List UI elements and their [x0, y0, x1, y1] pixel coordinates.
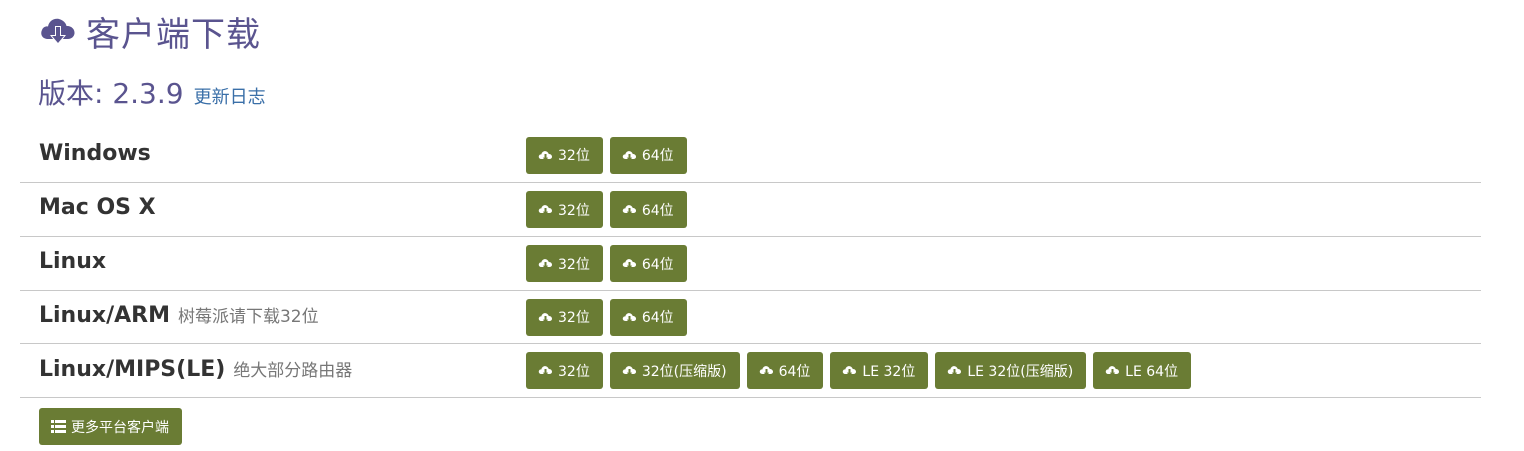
download-button[interactable]: 32位 [526, 245, 603, 282]
download-buttons: 32位 64位 [526, 191, 687, 228]
platform-name: Linux/MIPS(LE) [39, 356, 226, 382]
cloud-download-icon [538, 257, 553, 270]
download-buttons: 32位 64位 [526, 298, 687, 336]
platform-name-cell: Linux [20, 249, 526, 274]
download-button-label: 32位 [558, 363, 590, 380]
page-header: 客户端下载 [38, 8, 261, 55]
cloud-download-icon [538, 203, 553, 216]
download-button-label: 32位 [558, 202, 590, 219]
platform-table: Windows 32位 64位 Mac OS X 32位 64位 Linux 32位 64位 Li… [20, 128, 1481, 398]
download-buttons: 32位 32位(压缩版) 64位 LE 32位 LE 32位(压缩版) LE 64位 [526, 352, 1192, 389]
download-button[interactable]: 32位 [526, 298, 603, 336]
download-button-label: 32位 [558, 256, 590, 273]
version-label: 版本: 2.3.9 [38, 77, 184, 110]
platform-row: Mac OS X 32位 64位 [20, 183, 1481, 237]
download-button-label: LE 32位 [862, 363, 916, 380]
download-button-label: 64位 [641, 310, 674, 326]
cloud-download-icon [538, 149, 553, 162]
version-line: 版本: 2.3.9 更新日志 [38, 72, 266, 112]
download-button[interactable]: 32位 [526, 352, 603, 389]
cloud-download-icon [538, 311, 553, 324]
cloud-download-icon [759, 364, 774, 377]
platform-name: Linux/ARM [39, 303, 170, 328]
cloud-download-icon [38, 11, 78, 51]
platform-name-cell: Windows [20, 141, 526, 166]
platform-row: Windows 32位 64位 [20, 128, 1481, 183]
platform-name: Mac OS X [39, 195, 156, 220]
platform-row: Linux/MIPS(LE) 绝大部分路由器 32位 32位(压缩版) 64位 LE 32… [20, 344, 1481, 398]
platform-name: Windows [39, 140, 151, 166]
list-icon [51, 420, 66, 433]
download-button[interactable]: 64位 [609, 136, 687, 174]
cloud-download-icon [622, 257, 637, 270]
download-buttons: 32位 64位 [526, 136, 687, 174]
platform-row: Linux/ARM 树莓派请下载32位 32位 64位 [20, 291, 1481, 344]
download-button[interactable]: 64位 [609, 298, 687, 336]
download-button[interactable]: 32位(压缩版) [609, 352, 740, 389]
cloud-download-icon [622, 149, 637, 162]
cloud-download-icon [538, 364, 553, 377]
cloud-download-icon [1105, 364, 1120, 377]
changelog-link[interactable]: 更新日志 [194, 83, 266, 109]
page-title: 客户端下载 [86, 14, 261, 55]
download-button[interactable]: LE 64位 [1093, 352, 1192, 389]
download-button-label: 64位 [778, 363, 811, 380]
platform-name-cell: Linux/ARM 树莓派请下载32位 [20, 302, 526, 328]
download-button[interactable]: 32位 [526, 191, 603, 228]
download-button-label: LE 32位(压缩版) [967, 363, 1074, 380]
download-button[interactable]: 32位 [526, 136, 603, 174]
platform-note: 绝大部分路由器 [233, 360, 353, 381]
download-button-label: 32位 [558, 310, 590, 326]
download-button[interactable]: LE 32位(压缩版) [935, 352, 1087, 389]
platform-name-cell: Linux/MIPS(LE) 绝大部分路由器 [20, 356, 526, 382]
download-button-label: 32位(压缩版) [641, 363, 727, 380]
platform-row: Linux 32位 64位 [20, 237, 1481, 291]
download-button-label: 64位 [641, 202, 674, 219]
more-platforms-button[interactable]: 更多平台客户端 [39, 408, 182, 445]
more-platforms-label: 更多平台客户端 [71, 419, 169, 436]
download-button[interactable]: 64位 [609, 245, 687, 282]
download-button[interactable]: 64位 [609, 191, 687, 228]
download-button-label: 32位 [558, 148, 590, 164]
cloud-download-icon [842, 364, 857, 377]
cloud-download-icon [622, 364, 637, 377]
cloud-download-icon [622, 311, 637, 324]
download-button[interactable]: 64位 [746, 352, 824, 389]
platform-note: 树莓派请下载32位 [177, 307, 319, 327]
cloud-download-icon [947, 364, 962, 377]
download-button-label: LE 64位 [1125, 363, 1179, 380]
download-button-label: 64位 [641, 148, 674, 164]
platform-name-cell: Mac OS X [20, 195, 526, 220]
cloud-download-icon [622, 203, 637, 216]
platform-name: Linux [39, 249, 107, 274]
download-button[interactable]: LE 32位 [830, 352, 929, 389]
download-buttons: 32位 64位 [526, 245, 687, 282]
download-button-label: 64位 [641, 256, 674, 273]
